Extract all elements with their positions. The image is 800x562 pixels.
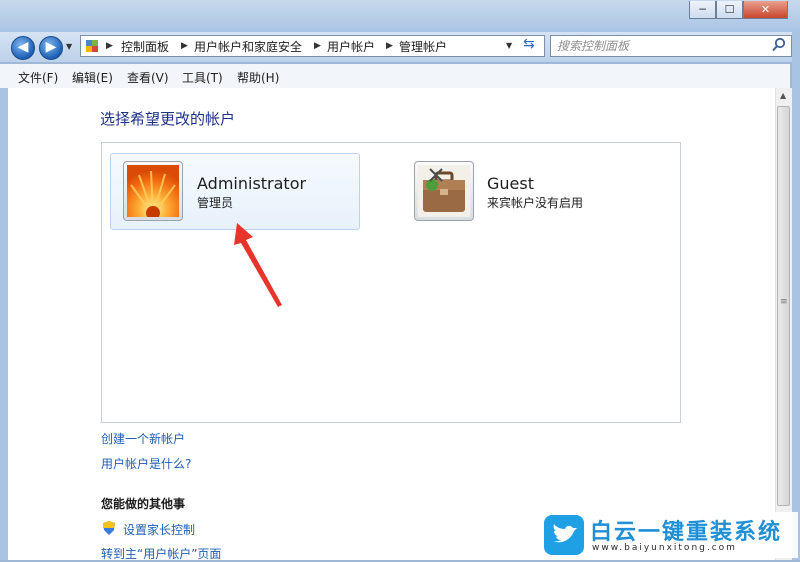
menu-bar: 文件(F) 编辑(E) 查看(V) 工具(T) 帮助(H) [0, 64, 790, 89]
watermark-url: www.baiyunxitong.com [592, 543, 737, 553]
breadcrumb-separator-icon[interactable]: ▶ [181, 41, 188, 51]
account-name-administrator: Administrator [197, 174, 307, 193]
search-input[interactable] [557, 37, 762, 55]
create-account-link[interactable]: 创建一个新帐户 [101, 430, 185, 447]
shield-icon [101, 520, 117, 539]
menu-tools[interactable]: 工具(T) [182, 69, 223, 86]
forward-button[interactable]: ▶ [39, 36, 63, 60]
parental-controls-link[interactable]: 设置家长控制 [123, 521, 195, 538]
address-bar[interactable]: ▶ 控制面板 ▶ 用户帐户和家庭安全 ▶ 用户帐户 ▶ 管理帐户 ▼ ⇆ [80, 35, 545, 57]
account-name-guest[interactable]: Guest [487, 174, 534, 193]
menu-file[interactable]: 文件(F) [18, 69, 58, 86]
breadcrumb-manage-accounts[interactable]: 管理帐户 [399, 38, 447, 55]
control-panel-icon [85, 39, 99, 53]
watermark: 白云一键重装系统 www.baiyunxitong.com [540, 512, 798, 558]
refresh-icon[interactable]: ⇆ [523, 36, 535, 52]
scroll-up-icon[interactable]: ▲ [780, 91, 786, 100]
menu-edit[interactable]: 编辑(E) [72, 69, 113, 86]
account-role-administrator: 管理员 [197, 196, 234, 210]
red-arrow-annotation [234, 223, 282, 307]
search-icon[interactable] [771, 37, 787, 56]
account-status-guest: 来宾帐户没有启用 [487, 196, 584, 210]
window-frame-left [0, 88, 8, 560]
bird-logo-icon [544, 515, 584, 555]
breadcrumb-separator-icon[interactable]: ▶ [314, 41, 321, 51]
window-frame-right [792, 32, 800, 560]
minimize-button[interactable]: ─ [689, 1, 716, 19]
what-is-user-account-link[interactable]: 用户帐户是什么? [101, 455, 191, 472]
breadcrumb-user-accounts[interactable]: 用户帐户 [327, 38, 375, 55]
search-box[interactable] [550, 35, 792, 57]
scroll-grip-icon: ≡ [780, 297, 788, 307]
vertical-scrollbar[interactable]: ▲ ≡ [775, 88, 792, 560]
briefcase-avatar-icon[interactable] [414, 161, 474, 221]
close-button[interactable]: ✕ [743, 1, 788, 19]
breadcrumb-user-accounts-family[interactable]: 用户帐户和家庭安全 [194, 38, 302, 55]
menu-help[interactable]: 帮助(H) [237, 69, 279, 86]
title-bar [0, 0, 800, 32]
breadcrumb-separator-icon[interactable]: ▶ [106, 41, 113, 51]
watermark-brand: 白云一键重装系统 [590, 520, 783, 545]
page-heading: 选择希望更改的帐户 [100, 110, 236, 128]
maximize-button[interactable]: ☐ [716, 1, 743, 19]
back-button[interactable]: ◀ [11, 36, 35, 60]
orange-flower-avatar-icon [123, 161, 183, 221]
menu-view[interactable]: 查看(V) [127, 69, 169, 86]
address-dropdown-icon[interactable]: ▼ [506, 41, 512, 50]
main-user-accounts-page-link[interactable]: 转到主“用户帐户”页面 [101, 545, 221, 562]
breadcrumb-separator-icon[interactable]: ▶ [386, 41, 393, 51]
recent-pages-dropdown-icon[interactable]: ▼ [66, 42, 72, 51]
other-tasks-heading: 您能做的其他事 [101, 497, 186, 511]
breadcrumb-control-panel[interactable]: 控制面板 [121, 38, 169, 55]
